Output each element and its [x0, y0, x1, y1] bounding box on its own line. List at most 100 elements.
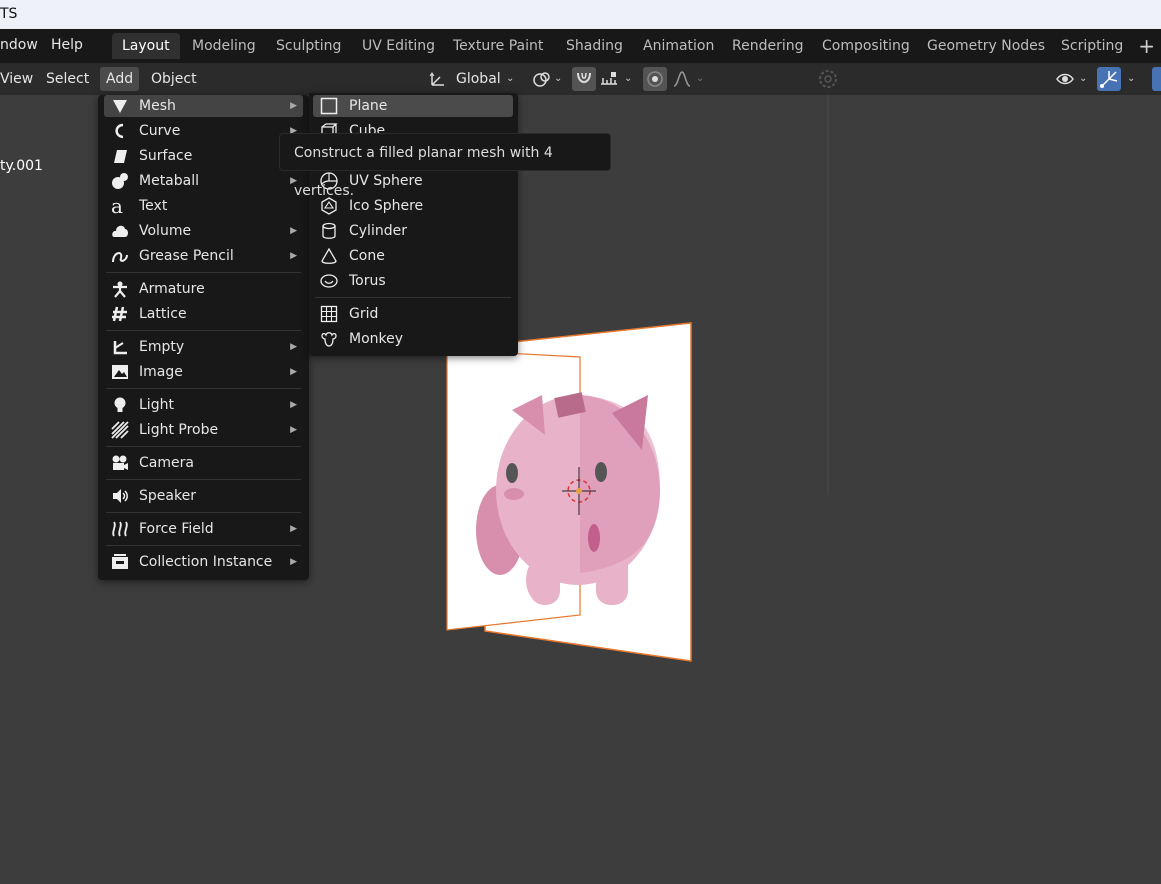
metaball-icon	[111, 172, 129, 190]
submenu-arrow-icon: ▶	[290, 557, 297, 567]
add-menu-item-metaball[interactable]: Metaball ▶	[104, 170, 303, 192]
tab-rendering[interactable]: Rendering	[722, 33, 814, 59]
menu-separator	[106, 446, 301, 447]
speaker-icon	[111, 487, 129, 505]
snap-target-dropdown[interactable]: ⌄	[597, 67, 637, 91]
viewport-header: View Select Add Object Global ⌄ ⌄ ⌄ ⌄ ⌄ …	[0, 63, 1161, 95]
grease-pencil-icon	[111, 247, 129, 265]
submenu-arrow-icon: ▶	[290, 342, 297, 352]
pivot-dropdown[interactable]: ⌄	[527, 67, 567, 91]
light-probe-icon	[111, 421, 129, 439]
menu-object[interactable]: Object	[145, 67, 203, 91]
add-workspace-icon[interactable]: +	[1138, 31, 1155, 61]
collection-icon	[111, 553, 129, 571]
add-menu-item-curve[interactable]: Curve ▶	[104, 120, 303, 142]
chevron-down-icon[interactable]: ⌄	[1127, 67, 1135, 91]
add-menu-item-empty[interactable]: Empty ▶	[104, 336, 303, 358]
falloff-dropdown[interactable]: ⌄	[670, 67, 708, 91]
cone-icon	[320, 247, 338, 265]
add-menu-item-speaker[interactable]: Speaker	[104, 485, 303, 507]
mesh-item-cube[interactable]: Cube	[313, 120, 513, 133]
gizmo-gear-icon	[816, 67, 840, 91]
mesh-item-torus[interactable]: Torus	[313, 270, 513, 292]
submenu-arrow-icon: ▶	[290, 400, 297, 410]
menu-select[interactable]: Select	[40, 67, 95, 91]
menu-separator	[106, 512, 301, 513]
add-menu-item-text[interactable]: a Text	[104, 195, 303, 217]
menu-separator	[106, 479, 301, 480]
tab-compositing[interactable]: Compositing	[812, 33, 920, 59]
visibility-dropdown[interactable]: ⌄	[1052, 67, 1092, 91]
mesh-item-cone[interactable]: Cone	[313, 245, 513, 267]
gizmo-toggle[interactable]	[1097, 67, 1121, 91]
add-menu: Mesh ▶ Curve ▶ Surface ▶ Metaball ▶ a Te…	[98, 95, 309, 580]
transform-orientation-dropdown[interactable]: Global ⌄	[424, 67, 520, 91]
menu-separator	[106, 330, 301, 331]
mesh-item-grid[interactable]: Grid	[313, 303, 513, 325]
tab-layout[interactable]: Layout	[112, 33, 180, 59]
text-icon: a	[111, 194, 123, 218]
volume-icon	[111, 222, 129, 240]
tab-modeling[interactable]: Modeling	[182, 33, 266, 59]
tab-sculpting[interactable]: Sculpting	[266, 33, 351, 59]
add-menu-item-camera[interactable]: Camera	[104, 452, 303, 474]
magnet-icon	[577, 72, 591, 83]
tooltip: Construct a filled planar mesh with 4 ve…	[279, 133, 611, 199]
lattice-icon	[111, 305, 129, 323]
chevron-down-icon: ⌄	[624, 73, 633, 84]
menu-separator	[315, 297, 511, 298]
tab-texture-paint[interactable]: Texture Paint	[443, 33, 553, 59]
chevron-down-icon: ⌄	[506, 73, 515, 84]
tab-uv-editing[interactable]: UV Editing	[352, 33, 445, 59]
submenu-arrow-icon: ▶	[290, 226, 297, 236]
window-title-bar: TS	[0, 0, 1161, 29]
proportional-icon	[647, 71, 663, 87]
empty-icon	[111, 338, 129, 356]
orientation-value: Global	[456, 71, 501, 87]
gizmo-icon	[1100, 71, 1118, 88]
menu-view[interactable]: View	[0, 67, 39, 91]
add-menu-item-surface[interactable]: Surface ▶	[104, 145, 303, 167]
snap-toggle[interactable]	[572, 67, 596, 91]
submenu-arrow-icon: ▶	[290, 251, 297, 261]
chevron-down-icon: ⌄	[554, 73, 563, 84]
plane-icon	[320, 97, 338, 115]
submenu-arrow-icon: ▶	[290, 101, 297, 111]
add-menu-item-light-probe[interactable]: Light Probe ▶	[104, 419, 303, 441]
tab-shading[interactable]: Shading	[556, 33, 633, 59]
falloff-curve-icon	[672, 70, 692, 88]
image-icon	[111, 363, 129, 381]
window-title: TS	[0, 6, 18, 22]
chevron-down-icon: ⌄	[696, 73, 705, 84]
menu-add[interactable]: Add	[100, 67, 140, 91]
cylinder-icon	[320, 222, 338, 240]
menu-separator	[106, 545, 301, 546]
snap-increment-icon	[599, 70, 619, 88]
surface-icon	[111, 147, 129, 165]
mesh-item-cylinder[interactable]: Cylinder	[313, 220, 513, 242]
add-menu-item-volume[interactable]: Volume ▶	[104, 220, 303, 242]
mesh-item-plane[interactable]: Plane	[313, 95, 513, 117]
tab-scripting[interactable]: Scripting	[1051, 33, 1133, 59]
cube-icon	[320, 122, 338, 133]
add-menu-item-collection-instance[interactable]: Collection Instance ▶	[104, 551, 303, 573]
overlay-toggle[interactable]	[1152, 67, 1161, 91]
proportional-edit-toggle[interactable]	[643, 67, 667, 91]
add-menu-item-force-field[interactable]: Force Field ▶	[104, 518, 303, 540]
add-menu-item-armature[interactable]: Armature	[104, 278, 303, 300]
menu-window[interactable]: ndow	[0, 29, 38, 63]
add-menu-item-grease-pencil[interactable]: Grease Pencil ▶	[104, 245, 303, 267]
add-menu-item-mesh[interactable]: Mesh ▶	[104, 95, 303, 117]
camera-icon	[111, 454, 129, 472]
force-field-icon	[111, 520, 129, 538]
tab-geometry-nodes[interactable]: Geometry Nodes	[917, 33, 1055, 59]
add-menu-item-light[interactable]: Light ▶	[104, 394, 303, 416]
tab-animation[interactable]: Animation	[633, 33, 724, 59]
submenu-arrow-icon: ▶	[290, 425, 297, 435]
mesh-icon	[111, 97, 129, 115]
menu-help[interactable]: Help	[51, 29, 83, 63]
mesh-item-monkey[interactable]: Monkey	[313, 328, 513, 350]
add-menu-item-lattice[interactable]: Lattice	[104, 303, 303, 325]
add-menu-item-image[interactable]: Image ▶	[104, 361, 303, 383]
orientation-icon	[429, 71, 447, 87]
